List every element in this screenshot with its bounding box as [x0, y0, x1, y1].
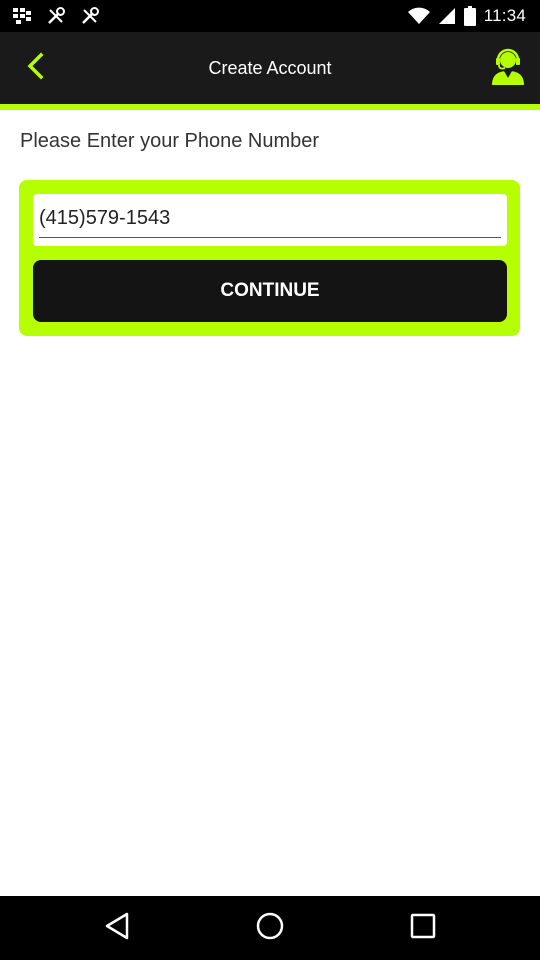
nav-back-button[interactable]: [87, 898, 147, 958]
nav-recents-button[interactable]: [393, 898, 453, 958]
system-navigation-bar: [0, 896, 540, 960]
battery-icon: [463, 6, 476, 26]
support-agent-icon: [490, 47, 526, 90]
status-right-icons: 11:34: [407, 6, 526, 26]
status-left-icons: [12, 6, 100, 26]
support-button[interactable]: [488, 48, 528, 88]
bbm-icon: [12, 7, 32, 25]
signal-icon: [438, 7, 456, 25]
phone-field-container: [33, 194, 507, 246]
tools-icon: [46, 6, 66, 26]
app-bar-accent-line: [0, 104, 540, 110]
back-button[interactable]: [18, 50, 54, 86]
phone-prompt-label: Please Enter your Phone Number: [20, 130, 320, 152]
status-bar: 11:34: [0, 0, 540, 32]
nav-home-button[interactable]: [240, 898, 300, 958]
continue-button[interactable]: CONTINUE: [33, 260, 507, 322]
wifi-icon: [407, 7, 430, 25]
status-time: 11:34: [483, 6, 526, 25]
page-title: Create Account: [208, 58, 332, 78]
phone-number-input[interactable]: [39, 202, 501, 238]
tools-icon: [80, 6, 100, 26]
phone-form-card: CONTINUE: [19, 180, 520, 336]
recents-square-icon: [410, 913, 436, 944]
app-bar: Create Account: [0, 32, 540, 104]
back-triangle-icon: [103, 911, 131, 946]
home-circle-icon: [255, 911, 285, 946]
back-arrow-icon: [25, 52, 47, 85]
